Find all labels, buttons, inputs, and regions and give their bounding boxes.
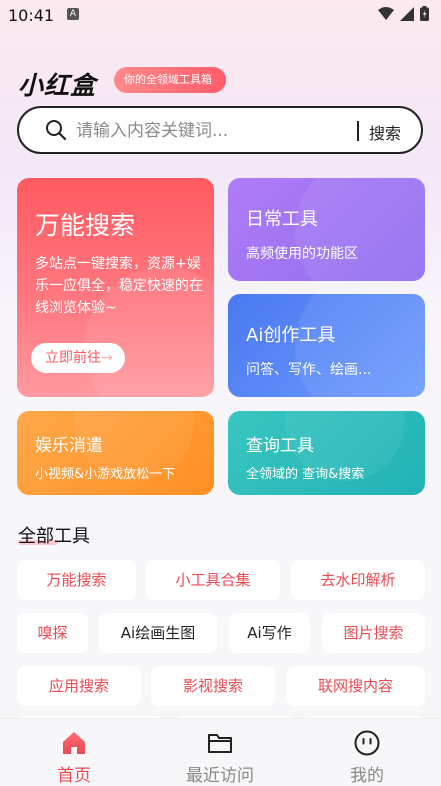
tab-label: 我的	[350, 766, 384, 786]
tab-recent[interactable]: 最近访问	[160, 719, 280, 786]
notification-icon: A	[67, 8, 79, 20]
signal-icon	[400, 6, 414, 21]
system-icons	[378, 6, 429, 21]
battery-icon	[420, 6, 429, 21]
status-time: 10:41	[8, 6, 55, 25]
tool-chip[interactable]: 图片搜索	[322, 613, 425, 653]
card-title: 娱乐消遣	[35, 436, 103, 456]
app-logo-title: 小红盒	[18, 71, 97, 100]
profile-face-icon	[354, 730, 380, 756]
tool-chip[interactable]: 联网搜内容	[286, 666, 425, 706]
section-title: 全部工具	[18, 526, 90, 547]
wifi-icon	[378, 6, 394, 20]
card-ai-creation[interactable]: Ai创作工具 问答、写作、绘画...	[228, 294, 425, 397]
tool-chip[interactable]: 去水印解析	[291, 560, 425, 600]
tool-chip[interactable]: 万能搜索	[17, 560, 136, 600]
card-universal-search[interactable]: 万能搜索 多站点一键搜索，资源+娱乐一应俱全，稳定快速的在线浏览体验~ 立即前往…	[17, 178, 214, 397]
tab-label: 首页	[57, 766, 91, 786]
status-bar: 10:41 A	[0, 0, 441, 32]
tool-chip[interactable]: 影视搜索	[151, 666, 275, 706]
tool-chip[interactable]: 应用搜索	[17, 666, 141, 706]
tab-label: 最近访问	[186, 766, 254, 786]
search-input[interactable]	[74, 116, 358, 146]
search-divider	[357, 121, 359, 141]
card-query-tools[interactable]: 查询工具 全领域的 查询&搜索	[228, 411, 425, 495]
search-button[interactable]: 搜索	[369, 120, 401, 144]
go-now-label: 立即前往	[45, 350, 101, 366]
card-subtitle: 小视频&小游戏放松一下	[35, 467, 176, 482]
tool-chip[interactable]: Ai写作	[229, 613, 310, 653]
tool-chip[interactable]: 嗅探	[17, 613, 88, 653]
folder-icon	[208, 734, 232, 753]
card-title: 万能搜索	[35, 211, 136, 240]
card-subtitle: 问答、写作、绘画...	[246, 362, 372, 378]
tool-chip[interactable]: 小工具合集	[146, 560, 280, 600]
card-daily-tools[interactable]: 日常工具 高频使用的功能区	[228, 178, 425, 281]
card-title: 查询工具	[246, 436, 314, 456]
card-description: 多站点一键搜索，资源+娱乐一应俱全，稳定快速的在线浏览体验~	[35, 256, 203, 316]
go-now-button[interactable]: 立即前往→	[31, 343, 125, 373]
card-title: Ai创作工具	[246, 325, 336, 346]
home-icon	[63, 732, 85, 754]
card-subtitle: 高频使用的功能区	[246, 246, 358, 262]
tab-profile[interactable]: 我的	[307, 719, 427, 786]
tagline-badge: 你的全领域工具箱	[114, 67, 226, 93]
arrow-right-icon: →	[101, 350, 113, 366]
card-entertainment[interactable]: 娱乐消遣 小视频&小游戏放松一下	[17, 411, 214, 495]
search-icon	[46, 120, 67, 141]
search-bar[interactable]: 搜索	[17, 106, 423, 154]
bottom-tab-bar: 首页 最近访问 我的	[0, 718, 441, 786]
tab-home[interactable]: 首页	[14, 719, 134, 786]
card-subtitle: 全领域的 查询&搜索	[246, 467, 365, 482]
card-title: 日常工具	[246, 209, 318, 230]
tool-chip[interactable]: Ai绘画生图	[99, 613, 217, 653]
